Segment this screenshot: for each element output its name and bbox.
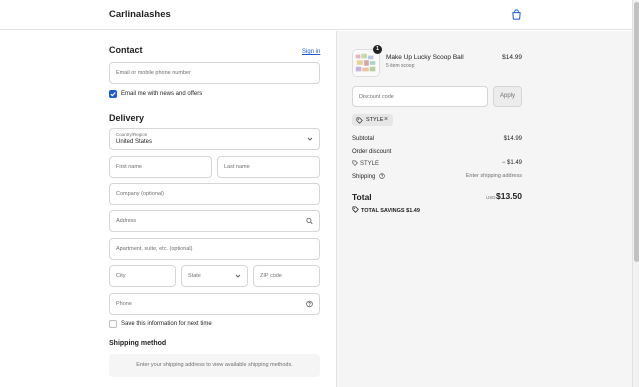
scrollbar-thumb[interactable] [634, 2, 639, 262]
newsletter-label: Email me with news and offers [121, 91, 203, 97]
shipping-method-heading: Shipping method [109, 340, 167, 347]
country-label: Country/Region [116, 132, 148, 137]
total-savings-label: TOTAL SAVINGS [361, 208, 405, 214]
zip-field[interactable]: ZIP code [253, 265, 320, 287]
tag-icon [356, 117, 363, 124]
product-image [353, 50, 379, 76]
product-name: Make Up Lucky Scoop Ball [386, 54, 464, 61]
state-placeholder: State [188, 273, 201, 279]
apartment-placeholder: Apartment, suite, etc. (optional) [116, 246, 193, 252]
last-name-field[interactable]: Last name [217, 156, 320, 178]
order-discount-label: Order discount [352, 149, 392, 155]
shipping-label: Shipping [352, 174, 376, 180]
help-circle-icon[interactable] [306, 300, 313, 308]
discount-placeholder: Discount code [359, 93, 394, 100]
country-select[interactable]: Country/Region United States [109, 128, 320, 150]
shipping-method-message: Enter your shipping address to view avai… [136, 362, 293, 368]
city-placeholder: City [116, 273, 126, 279]
shopping-bag-icon[interactable] [511, 9, 522, 20]
apply-discount-button[interactable]: Apply [493, 86, 522, 107]
shipping-row: Shipping [352, 173, 387, 180]
tag-icon [352, 160, 358, 166]
subtotal-label: Subtotal [352, 136, 375, 142]
first-name-placeholder: First name [116, 164, 142, 170]
discount-code-field[interactable]: Discount code [352, 86, 488, 107]
subtotal-value: $14.99 [503, 136, 522, 142]
delivery-heading: Delivery [109, 113, 145, 123]
address-placeholder: Address [116, 218, 137, 224]
shipping-method-box: Enter your shipping address to view avai… [109, 354, 320, 377]
product-price: $14.99 [502, 54, 522, 61]
address-field[interactable]: Address [109, 210, 320, 232]
chevron-down-icon [307, 137, 313, 141]
email-placeholder: Email or mobile phone number [116, 70, 191, 76]
country-value: United States [116, 139, 153, 145]
checkout-header: Carlinalashes [0, 0, 632, 30]
save-info-checkbox[interactable] [109, 320, 117, 328]
scrollbar[interactable] [632, 0, 639, 387]
first-name-field[interactable]: First name [109, 156, 212, 178]
apartment-field[interactable]: Apartment, suite, etc. (optional) [109, 238, 320, 260]
last-name-placeholder: Last name [224, 164, 250, 170]
shipping-value: Enter shipping address [465, 173, 522, 179]
chevron-down-icon [235, 274, 241, 278]
company-field[interactable]: Company (optional) [109, 183, 320, 205]
checkmark-icon [110, 92, 116, 97]
phone-field[interactable]: Phone [109, 293, 320, 315]
tag-icon [352, 206, 359, 213]
checkout-form-panel [0, 31, 336, 387]
discount-code-label: STYLE [360, 161, 380, 167]
company-placeholder: Company (optional) [116, 191, 164, 197]
city-field[interactable]: City [109, 265, 176, 287]
product-variant: 5 item scoop [386, 63, 415, 69]
total-savings-row: TOTAL SAVINGS $1.49 [352, 206, 420, 214]
item-quantity-badge: 1 [373, 45, 382, 54]
discount-value: − $1.49 [501, 160, 522, 166]
state-select[interactable]: State [181, 265, 248, 287]
store-logo[interactable]: Carlinalashes [109, 9, 171, 20]
contact-heading: Contact [109, 45, 143, 55]
applied-discount-chip: STYLE × [352, 114, 393, 126]
search-icon [306, 217, 313, 225]
total-currency: USD [486, 195, 496, 200]
save-info-label: Save this information for next time [121, 321, 212, 327]
total-savings-value: $1.49 [406, 208, 420, 214]
help-circle-icon[interactable] [379, 173, 385, 179]
newsletter-checkbox[interactable] [109, 90, 117, 98]
discount-code-row: STYLE [352, 160, 379, 167]
sign-in-link[interactable]: Sign in [302, 49, 320, 55]
zip-placeholder: ZIP code [260, 273, 282, 279]
email-field[interactable]: Email or mobile phone number [109, 62, 320, 84]
total-value: $13.50 [496, 191, 522, 201]
total-label: Total [352, 192, 372, 202]
remove-discount-icon[interactable]: × [384, 116, 388, 124]
phone-placeholder: Phone [116, 301, 132, 307]
applied-discount-code: STYLE [366, 117, 384, 123]
